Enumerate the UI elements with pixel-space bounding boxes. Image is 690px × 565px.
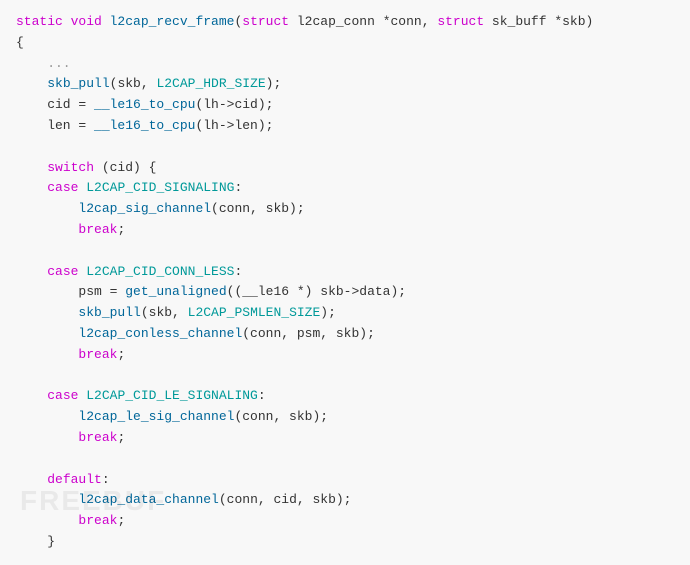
code-line: case L2CAP_CID_LE_SIGNALING:: [16, 386, 674, 407]
code-line: break;: [16, 511, 674, 532]
code-line: skb_pull(skb, L2CAP_PSMLEN_SIZE);: [16, 303, 674, 324]
code-line: case L2CAP_CID_CONN_LESS:: [16, 262, 674, 283]
code-line: {: [16, 33, 674, 54]
code-line: switch (cid) {: [16, 158, 674, 179]
code-line: ...: [16, 54, 674, 75]
code-line: l2cap_le_sig_channel(conn, skb);: [16, 407, 674, 428]
code-line: [16, 449, 674, 470]
code-line: psm = get_unaligned((__le16 *) skb->data…: [16, 282, 674, 303]
code-line: }: [16, 532, 674, 553]
code-line: break;: [16, 345, 674, 366]
code-line: l2cap_data_channel(conn, cid, skb);: [16, 490, 674, 511]
code-line: [16, 366, 674, 387]
code-line: l2cap_sig_channel(conn, skb);: [16, 199, 674, 220]
code-line: case L2CAP_CID_SIGNALING:: [16, 178, 674, 199]
code-line: len = __le16_to_cpu(lh->len);: [16, 116, 674, 137]
code-line: cid = __le16_to_cpu(lh->cid);: [16, 95, 674, 116]
code-block: static void l2cap_recv_frame(struct l2ca…: [0, 0, 690, 565]
code-line: break;: [16, 428, 674, 449]
code-line: skb_pull(skb, L2CAP_HDR_SIZE);: [16, 74, 674, 95]
code-line: static void l2cap_recv_frame(struct l2ca…: [16, 12, 674, 33]
code-line: [16, 241, 674, 262]
code-line: default:: [16, 470, 674, 491]
code-line: [16, 137, 674, 158]
code-line: l2cap_conless_channel(conn, psm, skb);: [16, 324, 674, 345]
code-line: break;: [16, 220, 674, 241]
